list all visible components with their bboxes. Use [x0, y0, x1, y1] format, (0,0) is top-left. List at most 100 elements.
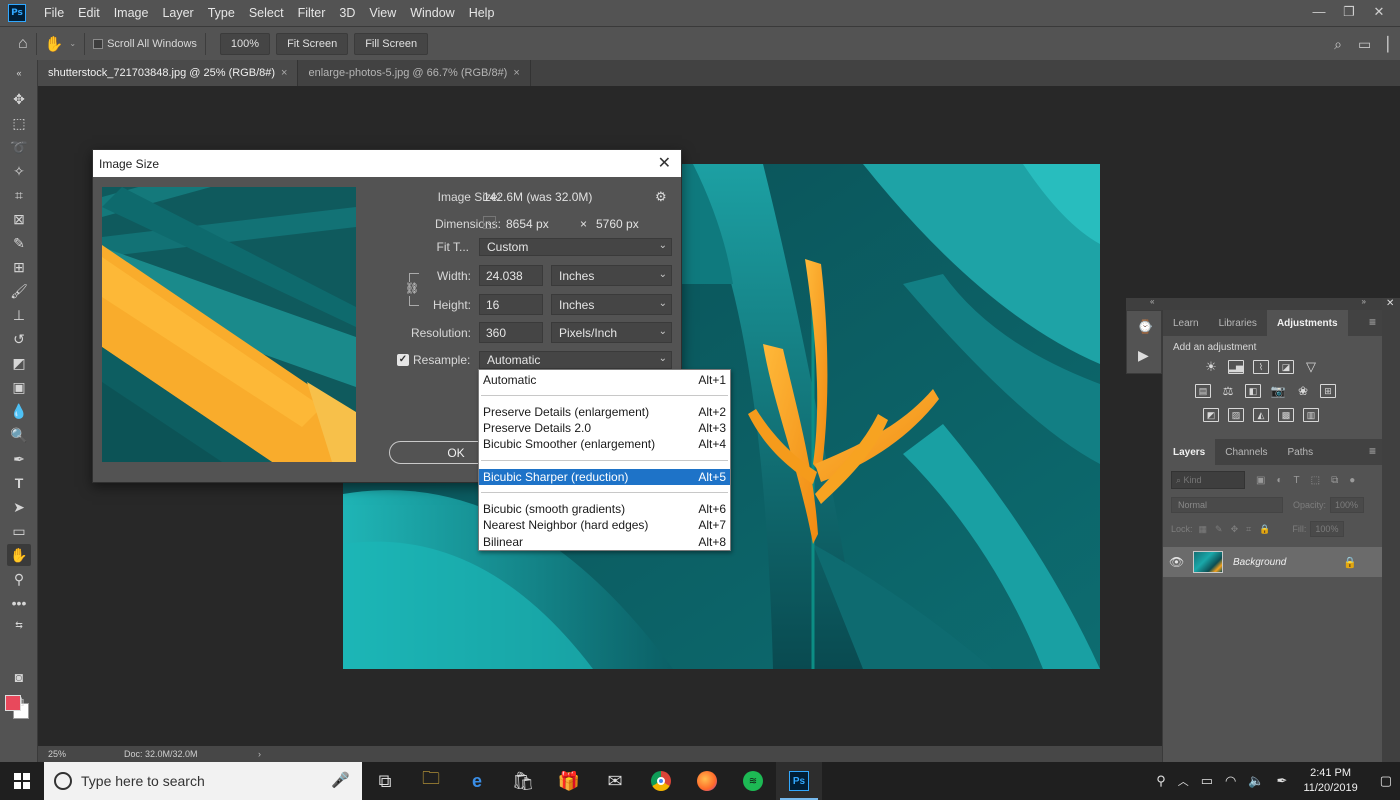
close-icon[interactable]: ✕	[1364, 0, 1394, 24]
menu-file[interactable]: File	[38, 6, 72, 20]
type-tool-icon[interactable]: T	[7, 472, 31, 494]
levels-icon[interactable]: ▂▅	[1228, 360, 1244, 374]
collapse-icon[interactable]: «	[1150, 297, 1154, 306]
resolution-input[interactable]: 360	[479, 322, 543, 343]
lock-image-icon[interactable]: ✎	[1215, 524, 1223, 535]
clock[interactable]: 2:41 PM 11/20/2019	[1303, 766, 1357, 796]
tab-learn[interactable]: Learn	[1163, 310, 1209, 336]
minimize-icon[interactable]: —	[1304, 0, 1334, 24]
layer-name[interactable]: Background	[1233, 557, 1343, 568]
close-icon[interactable]: ×	[281, 67, 287, 79]
crop-tool-icon[interactable]: ⌗	[7, 184, 31, 206]
home-icon[interactable]: ⌂	[18, 35, 28, 53]
dimensions-chevron-icon[interactable]: ⌄	[483, 216, 496, 229]
filter-toggle-icon[interactable]: ●	[1349, 475, 1355, 486]
history-icon[interactable]: ⌚	[1137, 319, 1153, 335]
menu-filter[interactable]: Filter	[292, 6, 334, 20]
constrain-proportions-link-icon[interactable]: ⛓	[405, 282, 419, 296]
volume-icon[interactable]: 🔈	[1248, 773, 1264, 789]
lock-transparent-icon[interactable]: ▦	[1199, 524, 1208, 535]
exposure-icon[interactable]: ◪	[1278, 360, 1294, 374]
width-unit-select[interactable]: Inches ⌄	[551, 265, 672, 286]
foreground-color-swatch[interactable]	[5, 695, 21, 711]
resample-option-automatic[interactable]: Automatic Alt+1	[479, 372, 730, 388]
brightness-contrast-icon[interactable]: ☀	[1203, 359, 1219, 374]
expand-icon[interactable]: »	[1362, 297, 1366, 306]
search-icon[interactable]: ⌕	[1334, 36, 1342, 53]
tab-libraries[interactable]: Libraries	[1209, 310, 1267, 336]
menu-layer[interactable]: Layer	[156, 6, 201, 20]
lasso-tool-icon[interactable]: ➰	[7, 136, 31, 158]
doc-tab-shutterstock[interactable]: shutterstock_721703848.jpg @ 25% (RGB/8#…	[38, 60, 299, 86]
blend-mode-select[interactable]: Normal	[1171, 497, 1283, 513]
brush-tool-icon[interactable]: 🖌	[7, 280, 31, 302]
shape-filter-icon[interactable]: ⬚	[1311, 475, 1320, 486]
resample-option-bicubic[interactable]: Bicubic (smooth gradients) Alt+6	[479, 501, 730, 517]
black-white-icon[interactable]: ◧	[1245, 384, 1261, 398]
resolution-unit-select[interactable]: Pixels/Inch ⌄	[551, 322, 672, 343]
path-select-tool-icon[interactable]: ➤	[7, 496, 31, 518]
tab-channels[interactable]: Channels	[1215, 439, 1277, 465]
actions-play-icon[interactable]: ▶	[1138, 347, 1149, 364]
menu-window[interactable]: Window	[404, 6, 462, 20]
resample-checkbox[interactable]: ✓	[397, 354, 409, 366]
menu-help[interactable]: Help	[463, 6, 503, 20]
rectangle-tool-icon[interactable]: ▭	[7, 520, 31, 542]
resample-option-preserve-details-2[interactable]: Preserve Details 2.0 Alt+3	[479, 420, 730, 436]
close-icon[interactable]: ✕	[658, 153, 671, 173]
lock-position-icon[interactable]: ✥	[1231, 524, 1239, 535]
layer-kind-filter[interactable]: ⌕ Kind	[1171, 471, 1245, 489]
store-icon[interactable]: 🛍	[500, 762, 546, 800]
menu-3d[interactable]: 3D	[333, 6, 363, 20]
frame-tool-icon[interactable]: ⊠	[7, 208, 31, 230]
marquee-tool-icon[interactable]: ⬚	[7, 112, 31, 134]
workspace-icon[interactable]: ▭	[1358, 36, 1371, 53]
scroll-all-checkbox[interactable]	[93, 38, 104, 49]
height-input[interactable]: 16	[479, 294, 543, 315]
edge-icon[interactable]: e	[454, 762, 500, 800]
menu-edit[interactable]: Edit	[72, 6, 108, 20]
blur-tool-icon[interactable]: 💧	[7, 400, 31, 422]
magic-wand-tool-icon[interactable]: ✧	[7, 160, 31, 182]
eyedropper-tool-icon[interactable]: ✎	[7, 232, 31, 254]
vibrance-icon[interactable]: ▽	[1303, 359, 1319, 374]
pen-icon[interactable]: ✒	[1277, 773, 1288, 789]
menu-select[interactable]: Select	[243, 6, 292, 20]
history-brush-tool-icon[interactable]: ↺	[7, 328, 31, 350]
height-unit-select[interactable]: Inches ⌄	[551, 294, 672, 315]
fit-to-select[interactable]: Custom ⌄	[479, 238, 672, 256]
eraser-tool-icon[interactable]: ◩	[7, 352, 31, 374]
menu-image[interactable]: Image	[108, 6, 157, 20]
threshold-icon[interactable]: ◭	[1253, 408, 1269, 422]
more-tools-icon[interactable]: •••	[7, 592, 31, 614]
color-lookup-icon[interactable]: ⊞	[1320, 384, 1336, 398]
opacity-input[interactable]: 100%	[1330, 497, 1365, 513]
pen-tool-icon[interactable]: ✒	[7, 448, 31, 470]
zoom-level[interactable]: 25%	[38, 749, 98, 759]
photoshop-taskbar-icon[interactable]: Ps	[776, 762, 822, 800]
mail-icon[interactable]: ✉	[592, 762, 638, 800]
gradient-map-icon[interactable]: ▥	[1303, 408, 1319, 422]
resample-select[interactable]: Automatic ⌄	[479, 351, 672, 369]
pixel-filter-icon[interactable]: ▣	[1256, 475, 1265, 486]
zoom-100-button[interactable]: 100%	[219, 32, 271, 55]
gradient-tool-icon[interactable]: ▣	[7, 376, 31, 398]
microphone-icon[interactable]: 🎤	[331, 771, 350, 789]
dodge-tool-icon[interactable]: 🔍	[7, 424, 31, 446]
people-icon[interactable]: ⚲	[1156, 773, 1166, 789]
chevron-right-icon[interactable]: ›	[258, 749, 261, 759]
quick-mask-icon[interactable]: ◙	[7, 666, 31, 688]
notifications-icon[interactable]: ▢	[1380, 773, 1392, 789]
fill-input[interactable]: 100%	[1310, 521, 1345, 537]
image-preview[interactable]	[102, 187, 356, 462]
doc-tab-enlarge-photos[interactable]: enlarge-photos-5.jpg @ 66.7% (RGB/8#) ×	[298, 60, 531, 86]
wifi-icon[interactable]: ◠	[1225, 773, 1236, 789]
start-button[interactable]	[0, 762, 44, 800]
spotify-icon[interactable]: ≋	[730, 762, 776, 800]
curves-icon[interactable]: ⌇	[1253, 360, 1269, 374]
fill-screen-button[interactable]: Fill Screen	[354, 32, 429, 55]
gift-app-icon[interactable]: 🎁	[546, 762, 592, 800]
selective-color-icon[interactable]: ▩	[1278, 408, 1294, 422]
tab-paths[interactable]: Paths	[1278, 439, 1324, 465]
collapse-icon[interactable]: «	[7, 62, 31, 84]
